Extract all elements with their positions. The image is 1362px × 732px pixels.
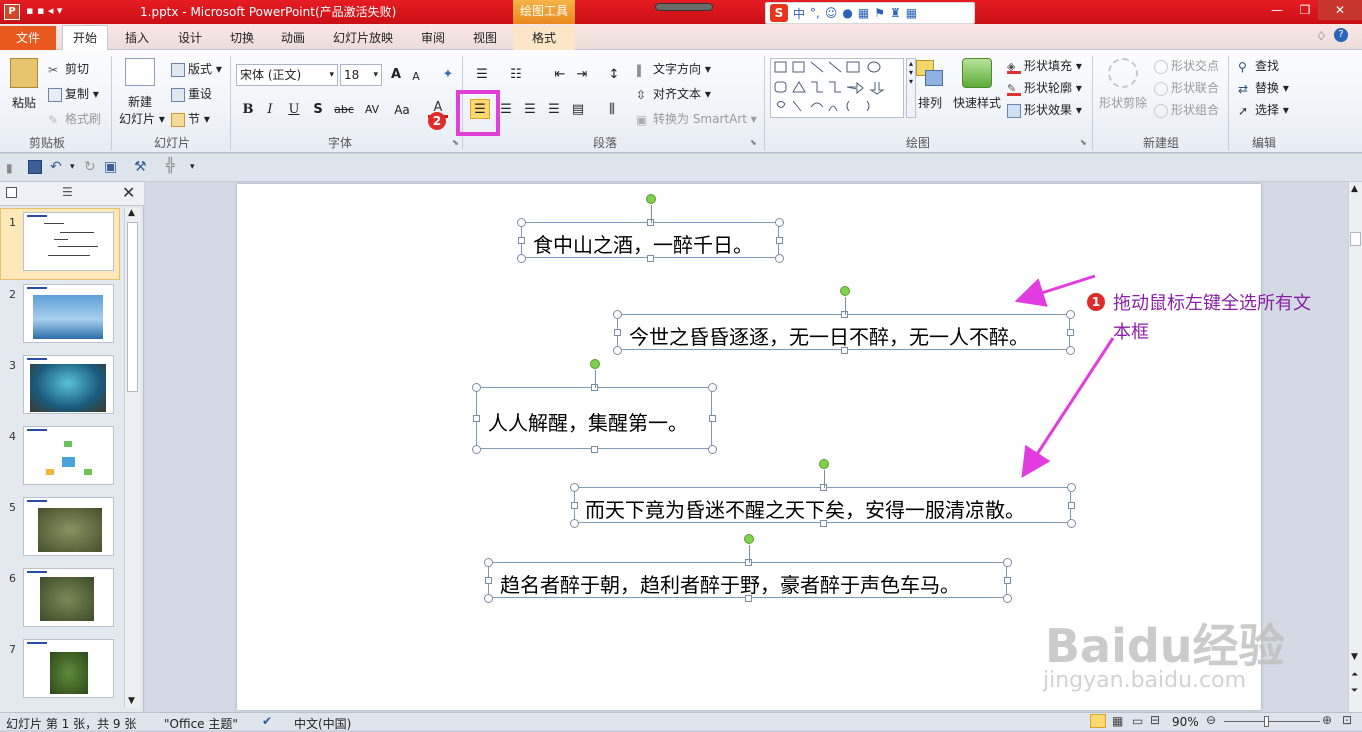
watermark: Baidu经验 xyxy=(1045,619,1285,673)
normal-view-icon[interactable] xyxy=(1090,714,1106,728)
watermark-url: jingyan.baidu.com xyxy=(1043,668,1247,693)
step-1-instruction-cont: 本框 xyxy=(1113,322,1149,343)
language[interactable]: 中文(中国) xyxy=(294,715,351,732)
zoom-out-icon[interactable]: ⊖ xyxy=(1206,713,1216,727)
slide-sorter-icon[interactable]: ▦ xyxy=(1112,714,1123,728)
theme-name[interactable]: "Office 主题" xyxy=(164,715,238,732)
slideshow-view-icon[interactable]: ⊟ xyxy=(1150,713,1160,727)
spellcheck-icon[interactable]: ✔ xyxy=(262,714,272,728)
zoom-in-icon[interactable]: ⊕ xyxy=(1322,713,1332,727)
reading-view-icon[interactable]: ▭ xyxy=(1132,714,1143,728)
step-1-badge: 1 xyxy=(1087,293,1105,311)
arrow-to-textbox xyxy=(1021,337,1115,479)
zoom-level[interactable]: 90% xyxy=(1172,715,1199,729)
zoom-slider-thumb[interactable] xyxy=(1264,716,1269,727)
step-1-instruction: 拖动鼠标左键全选所有文 xyxy=(1113,293,1311,314)
arrow-to-textbox xyxy=(1014,274,1096,307)
slide-position: 幻灯片 第 1 张，共 9 张 xyxy=(6,717,137,731)
status-bar: 幻灯片 第 1 张，共 9 张 "Office 主题" ✔ 中文(中国) ▦ ▭… xyxy=(0,712,1362,732)
zoom-slider[interactable] xyxy=(1224,721,1320,722)
fit-to-window-icon[interactable]: ⊡ xyxy=(1342,713,1352,727)
